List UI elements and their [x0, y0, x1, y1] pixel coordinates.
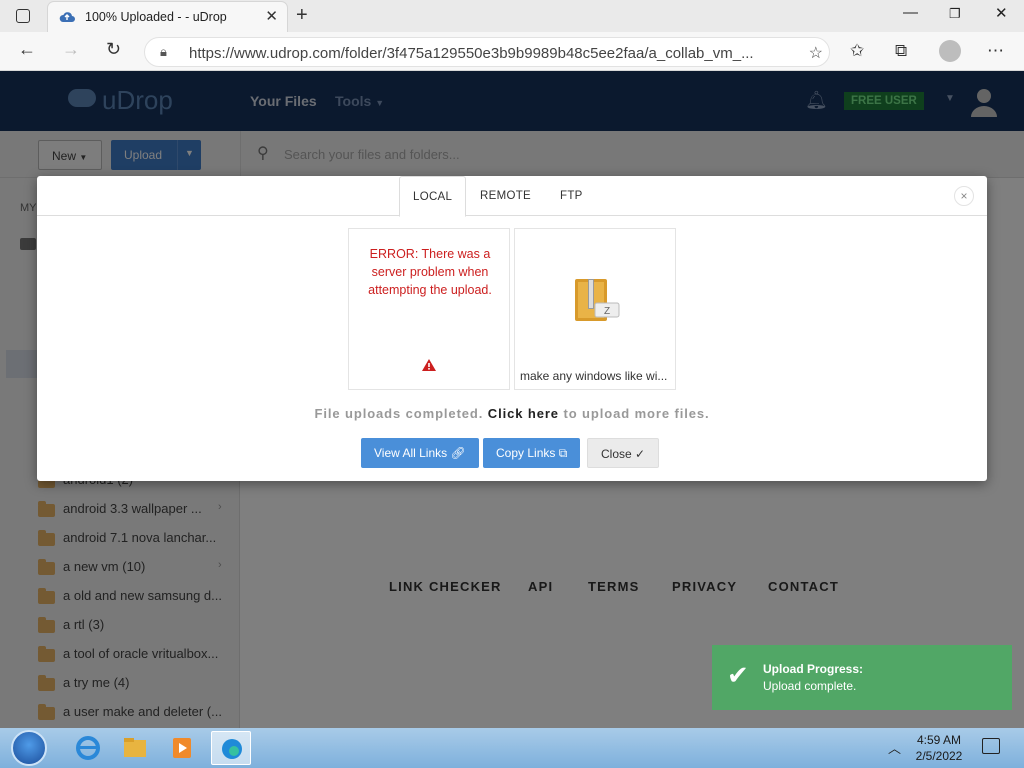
address-bar-row: ← → ↻ 🔒︎ https://www.udrop.com/folder/3f…	[0, 32, 1024, 71]
start-button[interactable]	[11, 730, 47, 766]
add-favorite-icon[interactable]: ☆	[809, 43, 823, 63]
url-text: https://www.udrop.com/folder/3f475a12955…	[189, 45, 754, 62]
tab-actions-icon[interactable]	[16, 9, 30, 23]
media-player-icon[interactable]	[162, 731, 202, 765]
checkmark-icon: ✓	[635, 447, 646, 461]
copy-icon: ⧉	[558, 446, 568, 460]
done-prefix: File uploads completed.	[314, 406, 488, 421]
udrop-favicon-icon	[59, 12, 75, 22]
minimize-icon[interactable]: —	[903, 4, 918, 21]
copy-links-button[interactable]: Copy Links ⧉	[483, 438, 581, 468]
uploaded-file-name: make any windows like wi...	[520, 369, 668, 383]
close-tab-icon[interactable]: ✕	[265, 7, 278, 25]
profile-avatar[interactable]	[939, 40, 961, 62]
upload-error-message: ERROR: There was a server problem when a…	[368, 247, 492, 297]
close-button-label: Close	[601, 447, 632, 461]
more-menu-icon[interactable]: ⋯	[987, 41, 1004, 61]
show-hidden-icons-icon[interactable]: ︿	[888, 738, 901, 757]
view-all-links-label: View All Links	[374, 446, 448, 460]
upload-modal: LOCAL REMOTE FTP × ERROR: There was a se…	[37, 176, 987, 481]
collections-icon[interactable]: ⧉	[895, 41, 907, 61]
checkmark-icon: ✔	[727, 660, 749, 690]
tab-ftp[interactable]: FTP	[547, 176, 596, 217]
system-clock[interactable]: 4:59 AM 2/5/2022	[913, 732, 965, 764]
restore-icon[interactable]: ❐	[949, 6, 961, 22]
new-tab-icon[interactable]: +	[296, 4, 308, 27]
svg-text:Z: Z	[604, 306, 610, 317]
tab-local[interactable]: LOCAL	[399, 176, 467, 217]
upload-complete-message: File uploads completed. Click here to up…	[37, 406, 987, 421]
upload-error-card: ERROR: There was a server problem when a…	[348, 228, 510, 390]
upload-tabs: LOCAL REMOTE FTP	[37, 176, 987, 217]
copy-links-label: Copy Links	[496, 446, 556, 460]
close-button[interactable]: Close ✓	[587, 438, 660, 468]
lock-icon[interactable]: 🔒︎	[160, 44, 167, 60]
browser-tab[interactable]: 100% Uploaded - - uDrop ✕	[47, 1, 288, 32]
back-icon[interactable]: ←	[18, 39, 36, 60]
close-window-icon[interactable]: ✕	[995, 4, 1008, 22]
toast-title: Upload Progress:	[763, 662, 864, 676]
file-explorer-icon[interactable]	[115, 731, 155, 765]
toast-message: Upload complete.	[763, 679, 857, 693]
upload-progress-toast[interactable]: ✔ Upload Progress: Upload complete.	[712, 645, 1012, 710]
view-all-links-button[interactable]: View All Links 🔗︎	[361, 438, 479, 468]
action-center-icon[interactable]	[982, 738, 1000, 754]
zip-archive-icon: Z	[575, 279, 620, 321]
browser-tab-strip: 100% Uploaded - - uDrop ✕ + — ❐ ✕	[0, 0, 1024, 32]
done-suffix: to upload more files.	[558, 406, 710, 421]
edge-browser-icon[interactable]	[211, 731, 251, 765]
clock-time: 4:59 AM	[916, 733, 962, 747]
modal-close-icon[interactable]: ×	[954, 186, 974, 206]
clock-date: 2/5/2022	[915, 749, 963, 763]
upload-more-link[interactable]: Click here	[488, 406, 559, 421]
windows-taskbar: ︿ 4:59 AM 2/5/2022	[0, 728, 1024, 768]
url-input[interactable]: 🔒︎ https://www.udrop.com/folder/3f475a12…	[144, 37, 830, 67]
link-icon: 🔗︎	[450, 446, 466, 460]
tab-remote[interactable]: REMOTE	[467, 176, 544, 217]
refresh-icon[interactable]: ↻	[106, 39, 121, 60]
uploaded-file-card[interactable]: Z make any windows like wi...	[514, 228, 676, 390]
forward-icon[interactable]: →	[62, 39, 80, 60]
favorites-icon[interactable]: ✩	[850, 41, 864, 61]
internet-explorer-icon[interactable]	[68, 731, 108, 765]
tab-title: 100% Uploaded - - uDrop	[85, 10, 227, 24]
warning-icon	[422, 359, 436, 371]
